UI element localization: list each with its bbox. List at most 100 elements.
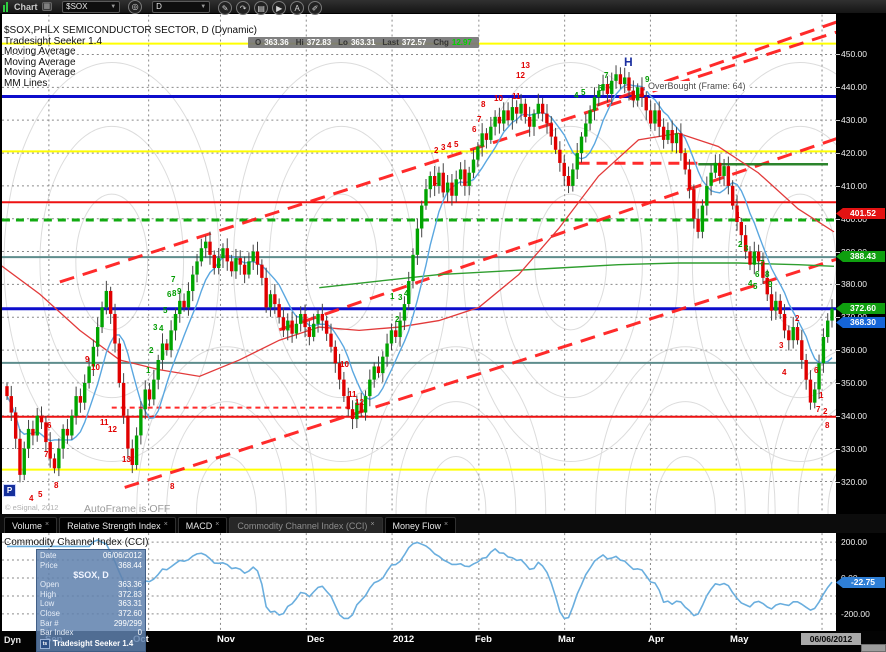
- count-annotation: 7: [816, 405, 821, 414]
- ohlc-label: Lo: [338, 38, 348, 47]
- month-label: Apr: [648, 634, 665, 645]
- toolbar: Chart ▦ $SOX ▼ ◎ D ▼ ✎ ↷ ▤ ▶ A ✐: [0, 0, 886, 15]
- ohlc-label: O: [255, 38, 262, 47]
- count-annotation: 2: [149, 346, 154, 355]
- count-annotation: 8: [481, 100, 486, 109]
- window-title: Chart: [14, 1, 38, 12]
- count-annotation: 9: [645, 75, 650, 84]
- month-label: 2012: [393, 634, 415, 645]
- tooltip-watermark: $SOX, D: [73, 570, 109, 581]
- cci-panel-title: Commodity Channel Index (CCI): [4, 537, 149, 548]
- count-annotation: 8: [609, 82, 614, 91]
- ohlc-label: Last: [382, 38, 399, 47]
- interval-select[interactable]: D ▼: [152, 0, 211, 13]
- count-annotation: 8: [170, 482, 175, 491]
- eraser-icon[interactable]: ✐: [308, 1, 323, 15]
- count-annotation: 12: [108, 425, 117, 434]
- tooltip-footer: ts Tradesight Seeker 1.4: [37, 638, 145, 650]
- price-alert-badge: 372.60: [836, 303, 885, 314]
- tab-macd[interactable]: MACD ×: [177, 517, 228, 533]
- overbought-label: OverBought (Frame: 64): [645, 81, 749, 91]
- study-label: MM Lines: [4, 77, 48, 89]
- count-annotation: 12: [516, 71, 525, 80]
- count-annotation: 6: [472, 125, 477, 134]
- month-label: Feb: [475, 634, 492, 645]
- tooltip-row: Price 368.44: [40, 560, 142, 570]
- ohlc-label: Hi: [295, 38, 304, 47]
- count-annotation: 4: [748, 279, 753, 288]
- price-tick-label: 410.00: [841, 181, 867, 191]
- symbol-select[interactable]: $SOX ▼: [62, 0, 121, 13]
- count-annotation: 10: [340, 360, 349, 369]
- price-alert-badge: 401.52: [836, 208, 885, 219]
- count-annotation: 1: [146, 366, 151, 375]
- count-annotation: 13: [122, 455, 131, 464]
- close-icon[interactable]: ×: [444, 521, 448, 528]
- price-alert-badge: 388.43: [836, 251, 885, 262]
- count-annotation: 11: [512, 92, 521, 101]
- count-annotation: 6: [814, 366, 819, 375]
- high-marker: H: [624, 55, 633, 69]
- count-annotation: 3: [153, 323, 158, 332]
- resize-grip[interactable]: [861, 644, 886, 652]
- count-annotation: 12: [355, 398, 364, 407]
- count-annotation: 4: [29, 494, 34, 503]
- axis-tick: [836, 317, 840, 318]
- tab-commodity-channel-index-cci-[interactable]: Commodity Channel Index (CCI) ×: [229, 517, 383, 533]
- grid-badge-icon: ▦: [41, 2, 53, 11]
- symbol-lookup-icon[interactable]: ◎: [128, 0, 143, 14]
- count-annotation: 5: [454, 140, 459, 149]
- tab-volume[interactable]: Volume ×: [4, 517, 58, 533]
- axis-tick: [836, 219, 840, 220]
- count-annotation: 3: [744, 244, 749, 253]
- close-icon[interactable]: ×: [45, 521, 49, 528]
- ohlc-value: 372.83: [306, 38, 332, 47]
- count-annotation: 5: [753, 282, 758, 291]
- tab-relative-strength-index[interactable]: Relative Strength Index ×: [59, 517, 176, 533]
- tooltip-row: High 372.83: [40, 589, 142, 599]
- price-tick-label: 360.00: [841, 345, 867, 355]
- chart-window: Chart ▦ $SOX ▼ ◎ D ▼ ✎ ↷ ▤ ▶ A ✐ $SOX,PHLX SE…: [0, 0, 886, 652]
- ohlc-value: 363.36: [264, 38, 289, 47]
- copyright-watermark: © eSignal, 2012: [5, 503, 59, 512]
- count-annotation: 2: [795, 314, 800, 323]
- count-annotation: 7: [44, 450, 49, 459]
- dynamic-mode-label: Dyn: [4, 635, 22, 645]
- count-annotation: 1: [736, 211, 741, 220]
- axis-tick: [836, 284, 840, 285]
- close-icon[interactable]: ×: [215, 521, 219, 528]
- count-annotation: 7: [171, 275, 176, 284]
- count-annotation: 9: [85, 355, 90, 364]
- tab-money-flow[interactable]: Money Flow ×: [384, 517, 457, 533]
- close-icon[interactable]: ×: [164, 521, 168, 528]
- month-label: May: [730, 634, 749, 645]
- tooltip-row: Date 06/06/2012: [40, 551, 142, 560]
- price-tick-label: 430.00: [841, 115, 867, 125]
- month-label: Nov: [217, 634, 235, 645]
- axis-tick: [836, 153, 840, 154]
- ohlc-bar: O 363.36 Hi 372.83 Lo 363.31 Last 372.57 Chg 12.9…: [248, 37, 479, 48]
- draw-pencil-icon[interactable]: ✎: [218, 1, 233, 15]
- count-annotation: 7: [604, 71, 609, 80]
- price-tick-label: 450.00: [841, 49, 867, 59]
- count-annotation: 1: [433, 177, 438, 186]
- count-annotation: 1: [819, 391, 824, 400]
- count-annotation: 8: [54, 481, 59, 490]
- count-annotation: 10: [91, 363, 100, 372]
- close-icon[interactable]: ×: [370, 521, 374, 528]
- symbol-title: $SOX,PHLX SEMICONDUCTOR SECTOR, D (Dynam…: [4, 25, 258, 36]
- quote-board-icon[interactable]: ▤: [254, 1, 269, 15]
- count-annotation: 8: [765, 270, 770, 279]
- auto-icon[interactable]: A: [290, 1, 305, 15]
- chart-header: $SOX,PHLX SEMICONDUCTOR SECTOR, D (Dynam…: [4, 25, 258, 90]
- play-icon[interactable]: ▶: [272, 1, 287, 15]
- axis-tick: [836, 416, 840, 417]
- tooltip-row: Open 363.36: [40, 580, 142, 590]
- count-annotation: 1: [390, 292, 395, 301]
- axis-tick: [836, 350, 840, 351]
- count-annotation: 4: [404, 289, 409, 298]
- ohlc-value: 363.31: [350, 38, 376, 47]
- replay-icon[interactable]: ↷: [236, 1, 251, 15]
- count-annotation: 6: [598, 84, 603, 93]
- count-annotation: 5: [581, 88, 586, 97]
